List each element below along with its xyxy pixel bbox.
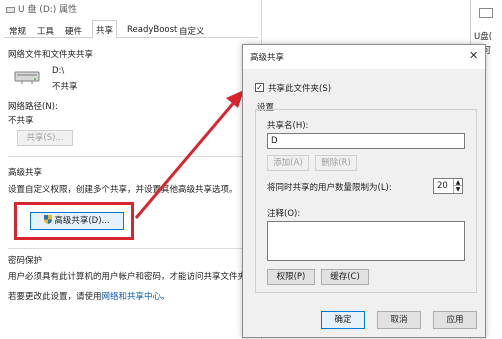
cancel-button[interactable]: 取消 (377, 311, 421, 329)
dialog-titlebar: 高级共享 ✕ (243, 45, 485, 69)
add-button[interactable]: 添加(A) (267, 155, 309, 171)
share-name-label: 共享名(H): (267, 121, 309, 131)
delete-button[interactable]: 删除(R) (315, 155, 357, 171)
permissions-button[interactable]: 权限(P) (267, 269, 315, 285)
share-folder-checkbox[interactable]: ✓ (255, 83, 264, 92)
close-icon[interactable]: ✕ (469, 49, 478, 62)
dialog-title: 高级共享 (250, 53, 285, 63)
user-limit-label: 将同时共享的用户数量限制为(L): (267, 183, 392, 193)
comment-field[interactable] (267, 221, 465, 261)
user-limit-value: 20 (437, 181, 448, 191)
apply-button[interactable]: 应用 (433, 311, 477, 329)
stepper-down-icon[interactable]: ▼ (453, 186, 462, 193)
stepper-up-icon[interactable]: ▲ (453, 179, 462, 186)
share-folder-label: 共享此文件夹(S) (268, 84, 332, 94)
user-limit-stepper[interactable]: 20 ▲ ▼ (433, 178, 463, 194)
comment-label: 注释(O): (267, 209, 301, 219)
cache-button[interactable]: 缓存(C) (321, 269, 369, 285)
advanced-sharing-dialog: 高级共享 ✕ ✓ 共享此文件夹(S) 设置 共享名(H): D 添加(A) 删除… (242, 44, 486, 338)
ok-button[interactable]: 确定 (321, 311, 365, 329)
share-name-field[interactable]: D (267, 133, 465, 149)
share-name-value: D (271, 136, 278, 146)
